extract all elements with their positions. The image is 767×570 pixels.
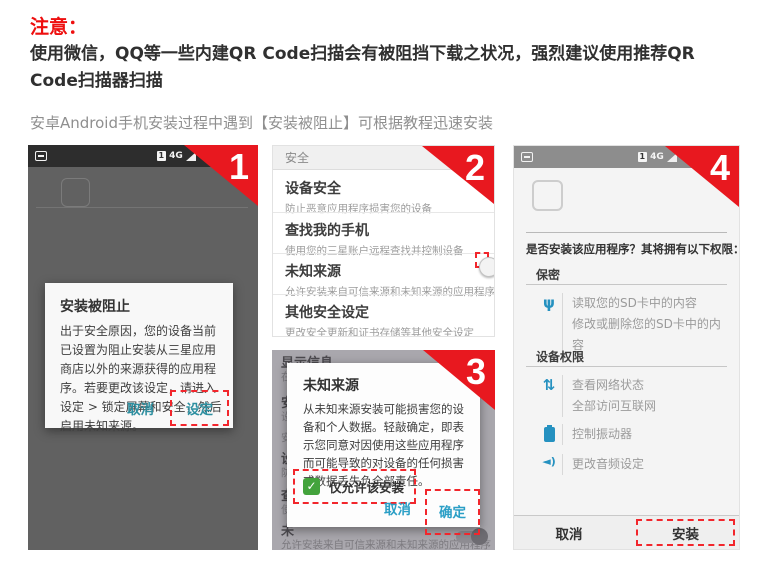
highlight-box [475,252,489,268]
permission-lines: 查看网络状态 全部访问互联网 [562,375,656,417]
divider [273,253,494,254]
network-4g-icon: 4G [650,152,664,162]
divider [273,294,494,295]
item-title: 查找我的手机 [285,220,482,240]
highlight-box: 设定 [170,390,229,426]
cancel-button[interactable]: 取消 [384,498,411,518]
item-title: 未知来源 [285,261,482,281]
notice-body: 使用微信，QQ等一些内建QR Code扫描会有被阻挡下载之状况，强烈建议使用推荐… [30,41,742,95]
install-button[interactable]: 安装 [672,523,699,543]
app-icon-placeholder [532,180,563,211]
item-title: 设备安全 [285,178,482,198]
permission-lines: 更改音频设定 [562,454,644,475]
dialog-actions: 取消 确定 [384,489,480,535]
step-number: 4 [710,147,730,189]
tutorial-page: 注意： 使用微信，QQ等一些内建QR Code扫描会有被阻挡下载之状况，强烈建议… [0,0,767,570]
page-subtitle: 安卓Android手机安装过程中遇到【安装被阻止】可根据教程迅速安装 [30,112,742,133]
step-number: 1 [229,146,249,188]
screenshot-icon [35,151,47,161]
setting-item-unknown-sources[interactable]: 未知来源 允许安装来自可信来源和未知来源的应用程序 [273,255,494,299]
screenshot-step-2: 安全 设备安全 防止恶意应用程序损害您的设备 查找我的手机 使用您的三星账户远程… [272,145,495,337]
permission-lines: 控制振动器 [562,424,632,445]
permission-lines: 读取您的SD卡中的内容 修改或删除您的SD卡中的内容 [562,293,729,356]
step-number: 3 [466,351,486,393]
notice-label: 注意： [30,12,87,39]
divider [526,232,727,233]
step-number: 2 [465,147,485,189]
toggle-knob [479,257,495,277]
step-ribbon: 1 [184,145,258,206]
setting-item-find-my-phone[interactable]: 查找我的手机 使用您的三星账户远程查找并控制设备 [273,214,494,258]
permission-text: 全部访问互联网 [572,396,656,417]
permission-row-vibration: 控制振动器 [536,424,729,445]
permission-row-audio: ◄) 更改音频设定 [536,454,729,475]
highlight-box: 安装 [636,519,735,546]
install-blocked-dialog: 安装被阻止 出于安全原因，您的设备当前已设置为阻止安装从三星应用商店以外的来源获… [45,283,233,428]
dialog-title: 未知来源 [303,375,359,395]
install-prompt-title: 是否安装该应用程序？其将拥有以下权限： [526,241,740,257]
network-arrows-icon: ⇅ [536,375,562,417]
usb-icon: ψ [536,293,562,356]
permission-text: 查看网络状态 [572,375,656,396]
screenshot-step-4: 1 4G 7 是否安装该应用程序？其将拥有以下权限： 保密 ψ 读取您的SD卡中… [513,145,740,550]
divider [273,212,494,213]
dialog-actions: 取消 设定 [127,390,229,426]
installer-button-bar: 取消 安装 [514,515,739,549]
item-subtitle: 更改安全更新和证书存储等其他安全设定 [285,325,482,337]
notification-count-badge: 1 [638,152,648,162]
vibration-icon [536,424,562,445]
permission-text: 控制振动器 [572,424,632,445]
settings-button[interactable]: 设定 [186,402,213,418]
confirm-button[interactable]: 确定 [439,505,466,521]
dimmed-app-icon-placeholder [61,178,90,207]
network-4g-icon: 4G [169,151,183,161]
permission-row-network: ⇅ 查看网络状态 全部访问互联网 [536,375,729,417]
dialog-title: 安装被阻止 [60,296,130,316]
screenshot-step-3: 显示信息 在 安 设 安 设 防 查 使 未 允许安装来自可信来源和未知来源的应… [272,350,495,550]
section-header-device: 设备权限 [536,348,584,365]
speaker-icon: ◄) [536,454,562,475]
permission-text: 更改音频设定 [572,454,644,475]
section-rule [526,284,727,285]
item-title: 其他安全设定 [285,302,482,322]
setting-item-other-security[interactable]: 其他安全设定 更改安全更新和证书存储等其他安全设定 [273,296,494,337]
dimmed-divider [36,207,248,208]
unknown-sources-dialog: 未知来源 从未知来源安装可能损害您的设备和个人数据。轻敲确定，即表示您同意对因使… [287,363,480,527]
highlight-box: 确定 [425,489,480,535]
cancel-button[interactable]: 取消 [514,516,624,549]
section-rule [526,366,727,367]
section-header-privacy: 保密 [536,266,560,283]
permission-row-storage: ψ 读取您的SD卡中的内容 修改或删除您的SD卡中的内容 [536,293,729,356]
permission-text: 修改或删除您的SD卡中的内容 [572,314,729,356]
cancel-button[interactable]: 取消 [127,398,154,418]
permission-text: 读取您的SD卡中的内容 [572,293,729,314]
notification-count-badge: 1 [157,151,167,161]
screenshot-step-1: 1 4G 7 安装被阻止 出于安全原因，您的设备当前已设置为阻止安装从三星应用商… [28,145,258,550]
screenshot-icon [521,152,533,162]
checkbox-checked-icon[interactable]: ✓ [303,478,320,495]
setting-item-device-security[interactable]: 设备安全 防止恶意应用程序损害您的设备 [273,172,494,216]
